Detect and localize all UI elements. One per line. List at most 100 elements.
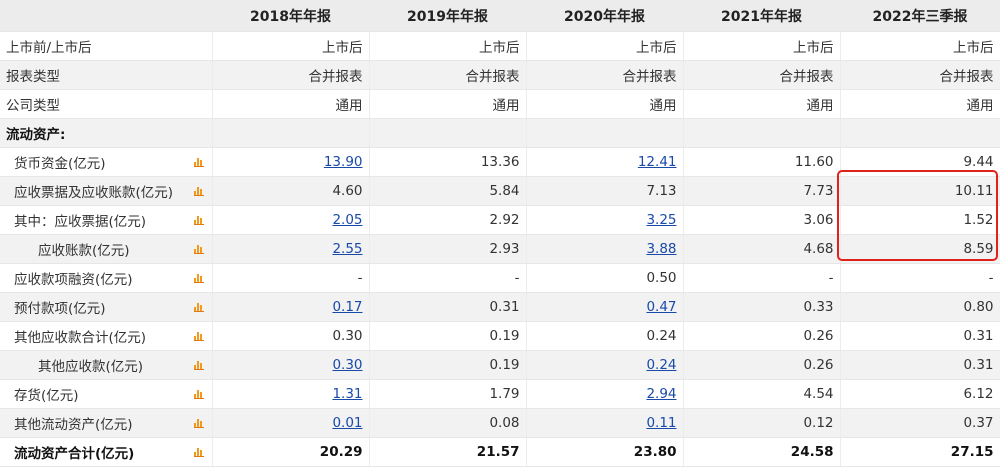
bar-chart-icon[interactable] xyxy=(193,302,204,312)
value-text: 0.26 xyxy=(803,328,834,344)
value-link[interactable]: 0.47 xyxy=(646,299,676,315)
value-text: 0.30 xyxy=(332,328,363,344)
value-text: 合并报表 xyxy=(622,69,677,85)
value-cell: 通用 xyxy=(212,89,370,119)
value-text: 0.24 xyxy=(646,328,677,344)
header-corner xyxy=(0,0,213,32)
row-label-cell: 应收账款(亿元) xyxy=(0,234,213,264)
value-text: 1.79 xyxy=(489,386,520,402)
value-cell: - xyxy=(840,263,1000,293)
value-link[interactable]: 1.31 xyxy=(332,386,362,402)
value-text: 0.31 xyxy=(963,328,994,344)
value-cell: 上市后 xyxy=(683,31,841,61)
table-row: 报表类型 合并报表 合并报表 合并报表 合并报表 合并报表 xyxy=(0,60,1000,90)
value-cell: 2.55 xyxy=(212,234,370,264)
header-2018-annual[interactable]: 2018年年报 xyxy=(212,0,370,32)
row-label: 其他流动资产(亿元) xyxy=(14,417,133,433)
value-cell xyxy=(526,118,684,148)
header-2020-annual[interactable]: 2020年年报 xyxy=(526,0,684,32)
bar-chart-icon[interactable] xyxy=(193,244,204,254)
row-label-cell: 其他应收款(亿元) xyxy=(0,350,213,380)
table-header-row: 2018年年报 2019年年报 2020年年报 2021年年报 2022年三季报 xyxy=(0,0,1000,32)
value-cell: 0.01 xyxy=(212,408,370,438)
value-cell: 2.93 xyxy=(369,234,527,264)
row-label: 应收票据及应收账款(亿元) xyxy=(14,185,174,201)
row-label-cell: 其中：应收票据(亿元) xyxy=(0,205,213,235)
value-cell: 上市后 xyxy=(212,31,370,61)
value-link[interactable]: 2.94 xyxy=(646,386,676,402)
bar-chart-icon[interactable] xyxy=(193,215,204,225)
value-cell: 9.44 xyxy=(840,147,1000,177)
row-label: 公司类型 xyxy=(6,98,60,114)
value-text: 11.60 xyxy=(794,154,834,170)
value-link[interactable]: 3.25 xyxy=(646,212,676,228)
value-cell: 4.68 xyxy=(683,234,841,264)
bar-chart-icon[interactable] xyxy=(193,157,204,167)
value-link[interactable]: 0.01 xyxy=(332,415,362,431)
bar-chart-icon[interactable] xyxy=(193,418,204,428)
value-cell: 20.29 xyxy=(212,437,370,467)
value-cell: 通用 xyxy=(369,89,527,119)
row-label: 预付款项(亿元) xyxy=(14,301,106,317)
financial-statement-table: 2018年年报 2019年年报 2020年年报 2021年年报 2022年三季报… xyxy=(0,0,1000,467)
value-link[interactable]: 2.05 xyxy=(332,212,362,228)
value-cell: - xyxy=(683,263,841,293)
header-2022-q3[interactable]: 2022年三季报 xyxy=(840,0,1000,32)
value-cell: 3.88 xyxy=(526,234,684,264)
bar-chart-icon[interactable] xyxy=(193,331,204,341)
value-cell: 0.24 xyxy=(526,321,684,351)
value-cell: 0.11 xyxy=(526,408,684,438)
value-link[interactable]: 0.24 xyxy=(646,357,676,373)
value-link[interactable]: 0.17 xyxy=(332,299,362,315)
bar-chart-icon[interactable] xyxy=(193,273,204,283)
row-label: 存货(亿元) xyxy=(14,388,79,404)
bar-chart-icon[interactable] xyxy=(193,447,204,457)
value-cell: 0.47 xyxy=(526,292,684,322)
value-text: 24.58 xyxy=(790,444,834,460)
value-link[interactable]: 0.30 xyxy=(332,357,362,373)
value-cell: 3.25 xyxy=(526,205,684,235)
value-text: - xyxy=(357,270,363,286)
value-text: 23.80 xyxy=(633,444,677,460)
row-label: 应收账款(亿元) xyxy=(38,243,130,259)
value-cell xyxy=(369,118,527,148)
value-cell: 3.06 xyxy=(683,205,841,235)
row-label-cell: 预付款项(亿元) xyxy=(0,292,213,322)
value-text: 6.12 xyxy=(963,386,994,402)
value-text: 合并报表 xyxy=(465,69,520,85)
value-link[interactable]: 3.88 xyxy=(646,241,676,257)
value-cell: - xyxy=(369,263,527,293)
row-label: 其他应收款(亿元) xyxy=(38,359,144,375)
table-row: 货币资金(亿元) 13.90 13.36 12.41 11.60 9.44 xyxy=(0,147,1000,177)
value-text: 4.60 xyxy=(332,183,363,199)
header-2021-annual[interactable]: 2021年年报 xyxy=(683,0,841,32)
value-link[interactable]: 12.41 xyxy=(638,154,677,170)
value-cell: 8.59 xyxy=(840,234,1000,264)
header-2019-annual[interactable]: 2019年年报 xyxy=(369,0,527,32)
row-label-cell: 流动资产合计(亿元) xyxy=(0,437,213,467)
value-cell: 4.60 xyxy=(212,176,370,206)
value-cell: 1.79 xyxy=(369,379,527,409)
value-text: 20.29 xyxy=(319,444,363,460)
value-link[interactable]: 0.11 xyxy=(646,415,676,431)
value-cell: 合并报表 xyxy=(683,60,841,90)
bar-chart-icon[interactable] xyxy=(193,186,204,196)
value-link[interactable]: 2.55 xyxy=(332,241,362,257)
value-cell: 0.12 xyxy=(683,408,841,438)
table-row: 应收账款(亿元) 2.55 2.93 3.88 4.68 8.59 xyxy=(0,234,1000,264)
row-label-cell: 报表类型 xyxy=(0,60,213,90)
value-cell: - xyxy=(212,263,370,293)
value-cell: 6.12 xyxy=(840,379,1000,409)
value-cell xyxy=(840,118,1000,148)
value-text: 2.93 xyxy=(489,241,520,257)
value-text: 上市后 xyxy=(793,40,834,56)
table-row: 其他应收款(亿元) 0.30 0.19 0.24 0.26 0.31 xyxy=(0,350,1000,380)
bar-chart-icon[interactable] xyxy=(193,389,204,399)
value-link[interactable]: 13.90 xyxy=(324,154,363,170)
value-text: 21.57 xyxy=(476,444,520,460)
bar-chart-icon[interactable] xyxy=(193,360,204,370)
value-text: 上市后 xyxy=(636,40,677,56)
row-label-cell: 存货(亿元) xyxy=(0,379,213,409)
value-cell: 1.31 xyxy=(212,379,370,409)
table-row: 其他流动资产(亿元) 0.01 0.08 0.11 0.12 0.37 xyxy=(0,408,1000,438)
